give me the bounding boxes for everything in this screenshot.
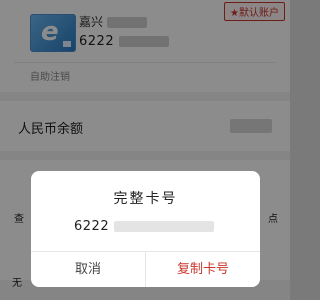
cancel-button[interactable]: 取消: [31, 252, 145, 287]
full-card-number: 6222: [74, 219, 214, 234]
full-card-number-dialog: 完整卡号 6222 取消 复制卡号: [31, 171, 260, 287]
dialog-title: 完整卡号: [113, 191, 178, 207]
copy-card-number-button[interactable]: 复制卡号: [146, 252, 260, 287]
masked-full-number: [113, 221, 214, 232]
